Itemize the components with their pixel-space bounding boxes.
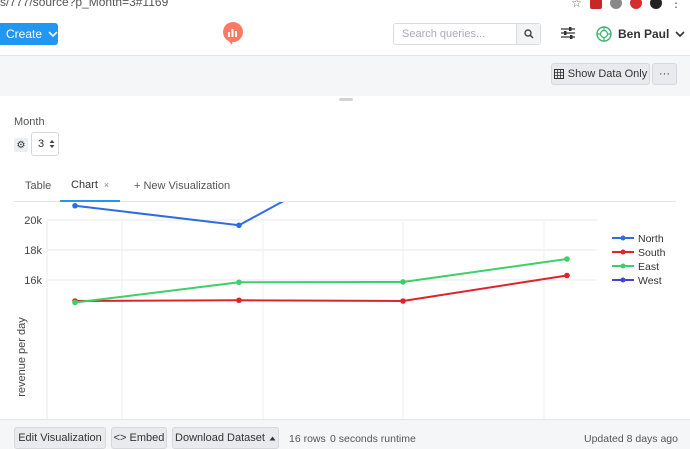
- parameter-settings-button[interactable]: ⚙: [14, 138, 28, 152]
- dark-extension-icon[interactable]: [650, 0, 662, 9]
- create-button[interactable]: Create: [0, 23, 58, 45]
- browser-menu-icon[interactable]: ⋮: [670, 0, 682, 10]
- data-point: [72, 299, 78, 306]
- caret-up-icon: [269, 436, 276, 440]
- month-parameter-select[interactable]: 3: [31, 132, 59, 156]
- row-count: 16 rows: [289, 433, 326, 445]
- close-icon[interactable]: ×: [104, 180, 109, 190]
- data-point: [400, 298, 406, 304]
- y-axis: 16k18k20k22k24k26k: [24, 215, 42, 287]
- y-tick-label: 18k: [24, 245, 42, 257]
- create-label: Create: [6, 27, 43, 41]
- series-line-north: [74, 202, 284, 227]
- data-point: [236, 222, 242, 229]
- chart-series: [72, 202, 570, 306]
- download-label: Download Dataset: [175, 432, 265, 444]
- data-point: [236, 279, 242, 286]
- search-icon: [523, 29, 534, 39]
- legend-marker: [620, 249, 626, 255]
- legend-marker: [620, 235, 626, 241]
- more-label: ···: [659, 68, 670, 80]
- url-text: s/777/source?p_Month=3#1169: [0, 0, 169, 9]
- data-point: [72, 202, 78, 209]
- embed-button[interactable]: <> Embed: [111, 427, 167, 449]
- chevron-down-icon: [675, 30, 685, 37]
- y-axis-label: revenue per day: [16, 317, 28, 397]
- resize-handle[interactable]: [339, 98, 353, 101]
- gear-icon: ⚙: [16, 139, 26, 151]
- shield-extension-icon[interactable]: [610, 0, 622, 9]
- data-point: [564, 272, 570, 279]
- table-icon: [553, 69, 564, 79]
- chart-grid: [46, 219, 597, 419]
- tab-table[interactable]: Table: [25, 170, 51, 202]
- legend-marker: [620, 263, 626, 269]
- legend-item: West: [638, 275, 662, 287]
- edit-label: Edit Visualization: [18, 432, 102, 444]
- parameter-label: Month: [14, 116, 45, 128]
- browser-address-bar[interactable]: s/777/source?p_Month=3#1169 ☆ ⋮: [0, 0, 690, 10]
- tab-chart[interactable]: Chart ×: [60, 170, 121, 202]
- more-actions-button[interactable]: ···: [652, 63, 677, 85]
- browser-extension-icons: ☆ ⋮: [571, 0, 682, 10]
- series-plot-area: [72, 202, 570, 306]
- download-dataset-button[interactable]: Download Dataset: [172, 427, 279, 449]
- star-icon[interactable]: ☆: [571, 0, 582, 10]
- search-button[interactable]: [516, 24, 540, 44]
- legend-item: South: [638, 247, 666, 259]
- avatar: [596, 26, 612, 42]
- sort-arrows-icon: [49, 140, 55, 148]
- legend-item: North: [638, 233, 664, 245]
- extension-icon[interactable]: [590, 0, 602, 9]
- legend-marker: [620, 277, 626, 283]
- visualization-card: Month ⚙ 3 Table Chart × + New Visualizat…: [0, 96, 690, 449]
- redash-logo-icon[interactable]: [222, 22, 244, 51]
- updated-text: Updated 8 days ago: [584, 433, 678, 445]
- show-data-label: Show Data Only: [567, 68, 648, 80]
- series-line-east: [74, 258, 568, 304]
- visualization-tabs: Table Chart × + New Visualization: [14, 170, 676, 202]
- sliders-icon: [561, 27, 575, 39]
- tab-new-visualization[interactable]: + New Visualization: [134, 170, 230, 202]
- opera-extension-icon[interactable]: [630, 0, 642, 9]
- query-toolbar: Show Data Only ···: [0, 56, 690, 96]
- line-chart: 16k18k20k22k24k26k revenue per day North…: [16, 202, 666, 419]
- user-menu[interactable]: Ben Paul: [596, 26, 685, 42]
- tab-label: Chart: [71, 179, 98, 191]
- data-point: [400, 279, 406, 285]
- search-input[interactable]: [394, 24, 518, 44]
- visualization-footer: Edit Visualization <> Embed Download Dat…: [0, 419, 690, 449]
- parameter-value: 3: [38, 138, 45, 150]
- show-data-only-button[interactable]: Show Data Only: [551, 63, 650, 85]
- search-box: [393, 23, 541, 45]
- y-tick-label: 20k: [24, 215, 42, 227]
- embed-label: <> Embed: [113, 432, 165, 444]
- data-point: [236, 297, 242, 304]
- user-name: Ben Paul: [618, 27, 670, 41]
- chart-legend: North South East West: [612, 233, 666, 287]
- top-navigation: Create Ben Paul: [0, 10, 690, 56]
- settings-button[interactable]: [560, 26, 576, 45]
- edit-visualization-button[interactable]: Edit Visualization: [14, 427, 106, 449]
- tab-label: Table: [25, 180, 52, 192]
- data-point: [564, 256, 570, 262]
- runtime-text: 0 seconds runtime: [330, 433, 416, 445]
- tab-label: + New Visualization: [134, 180, 231, 192]
- series-line-south: [74, 274, 568, 303]
- chevron-down-icon: [48, 30, 58, 37]
- legend-item: East: [638, 261, 659, 273]
- y-tick-label: 16k: [24, 275, 42, 287]
